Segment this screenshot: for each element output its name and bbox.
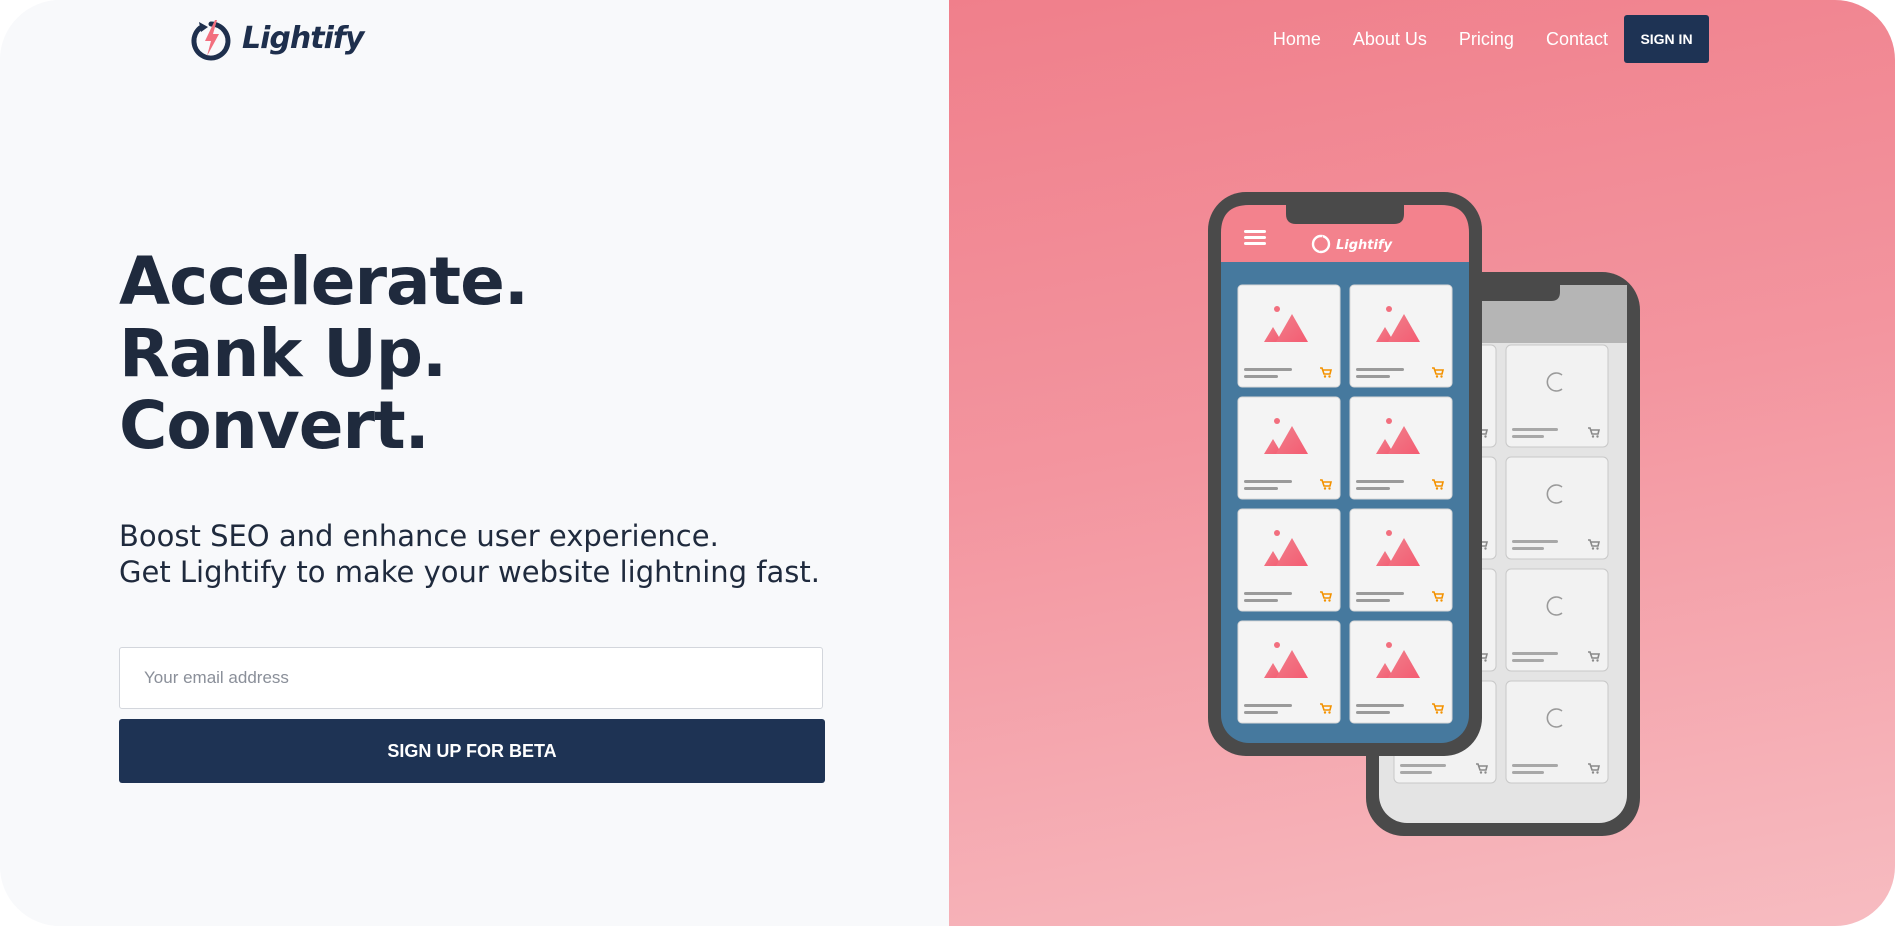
nav-home[interactable]: Home (1273, 29, 1321, 50)
product-card[interactable] (1237, 396, 1341, 500)
top-nav: Home About Us Pricing Contact SIGN IN (1273, 15, 1709, 63)
product-card[interactable] (1237, 508, 1341, 612)
logo-icon (191, 20, 231, 61)
phones-illustration: Lightify (1208, 192, 1640, 836)
card-price-line (1512, 771, 1544, 774)
product-card[interactable] (1349, 396, 1453, 500)
card-title-line (1244, 480, 1292, 483)
card-title-line (1512, 428, 1558, 431)
card-title-line (1356, 704, 1404, 707)
nav-pricing[interactable]: Pricing (1459, 29, 1514, 50)
card-title-line (1356, 592, 1404, 595)
card-price-line (1356, 375, 1390, 378)
card-title-line (1512, 652, 1558, 655)
hero-subtitle: Boost SEO and enhance user experience. G… (119, 518, 820, 590)
product-card[interactable] (1349, 284, 1453, 388)
card-price-line (1356, 599, 1390, 602)
card-price-line (1400, 771, 1432, 774)
card-title-line (1244, 592, 1292, 595)
card-title-line (1512, 540, 1558, 543)
card-price-line (1512, 435, 1544, 438)
headline-line-2: Rank Up. (119, 315, 447, 392)
card-price-line (1512, 547, 1544, 550)
card-price-line (1244, 711, 1278, 714)
card-title-line (1244, 368, 1292, 371)
headline-line-1: Accelerate. (119, 243, 529, 320)
product-card[interactable] (1237, 284, 1341, 388)
card-title-line (1356, 368, 1404, 371)
hero-headline: Accelerate. Rank Up. Convert. (119, 243, 529, 464)
headline-line-3: Convert. (119, 387, 430, 464)
card-price-line (1244, 487, 1278, 490)
product-card[interactable] (1237, 620, 1341, 724)
page: Lightify Accelerate. Rank Up. Convert. B… (0, 0, 1895, 926)
card-title-line (1356, 480, 1404, 483)
card-title-line (1512, 764, 1558, 767)
subtitle-line-2: Get Lightify to make your website lightn… (119, 555, 820, 589)
card-title-line (1244, 704, 1292, 707)
product-card[interactable] (1349, 508, 1453, 612)
card-title-line (1400, 764, 1446, 767)
card-price-line (1356, 711, 1390, 714)
nav-about-us[interactable]: About Us (1353, 29, 1427, 50)
subtitle-line-1: Boost SEO and enhance user experience. (119, 519, 719, 553)
front-phone: Lightify (1208, 192, 1482, 756)
email-input[interactable] (119, 647, 823, 709)
card-price-line (1244, 375, 1278, 378)
nav-contact[interactable]: Contact (1546, 29, 1608, 50)
card-price-line (1512, 659, 1544, 662)
logo[interactable]: Lightify (188, 14, 364, 62)
loading-card (1505, 568, 1609, 672)
logo-text: Lightify (242, 20, 364, 56)
card-price-line (1356, 487, 1390, 490)
menu-icon[interactable] (1244, 230, 1266, 245)
sign-in-button[interactable]: SIGN IN (1624, 15, 1709, 63)
signup-beta-button[interactable]: SIGN UP FOR BETA (119, 719, 825, 783)
loading-card (1505, 680, 1609, 784)
loading-card (1505, 344, 1609, 448)
phone-logo-text: Lightify (1336, 238, 1393, 253)
left-panel: Lightify Accelerate. Rank Up. Convert. B… (0, 0, 949, 926)
product-card[interactable] (1349, 620, 1453, 724)
loading-card (1505, 456, 1609, 560)
card-price-line (1244, 599, 1278, 602)
